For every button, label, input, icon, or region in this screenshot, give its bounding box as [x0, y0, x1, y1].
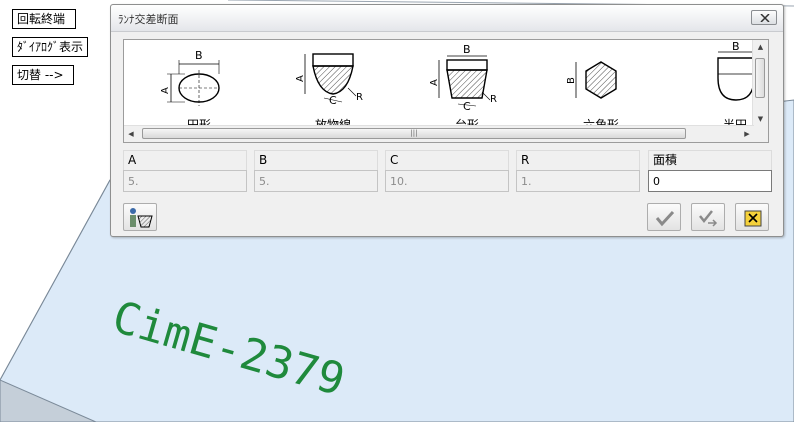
param-c-input[interactable] — [385, 170, 509, 192]
scroll-left-icon[interactable]: ◀ — [124, 126, 138, 142]
close-icon — [760, 14, 770, 22]
half-circle-section-icon: B — [717, 40, 754, 101]
svg-text:B: B — [463, 43, 471, 56]
check-arrow-icon — [699, 210, 718, 227]
area-input[interactable] — [648, 170, 772, 192]
param-c: C — [385, 150, 509, 192]
scroll-up-icon[interactable]: ▲ — [753, 40, 768, 54]
gallery-horizontal-scrollbar[interactable]: ◀ ||| ▶ — [124, 125, 754, 142]
shape-option-half-circle[interactable]: B 半円 — [690, 40, 754, 126]
shape-option-hexagon[interactable]: B 六角形 — [556, 40, 646, 126]
param-b-label: B — [254, 150, 378, 170]
vertical-scroll-thumb[interactable] — [755, 58, 765, 98]
switch-button[interactable]: 切替 --> — [12, 65, 74, 85]
parabola-section-icon: A C R — [295, 53, 363, 107]
cancel-icon — [744, 210, 762, 227]
dialog-display-button[interactable]: ﾀﾞｲｱﾛｸﾞ表示 — [12, 37, 88, 57]
scroll-right-icon[interactable]: ▶ — [740, 126, 754, 142]
param-a-input[interactable] — [123, 170, 247, 192]
trapezoid-section-icon: B A C R — [429, 43, 497, 113]
param-a: A — [123, 150, 247, 192]
dialog-title: ﾗﾝﾅ交差断面 — [118, 13, 179, 26]
param-a-label: A — [123, 150, 247, 170]
ok-button[interactable] — [647, 203, 681, 231]
gallery-vertical-scrollbar[interactable]: ▲ ▼ — [752, 40, 768, 126]
hexagon-section-icon: B — [566, 61, 617, 99]
svg-text:R: R — [356, 92, 363, 103]
checkmark-icon — [655, 210, 675, 227]
cancel-button[interactable] — [735, 203, 769, 231]
shape-option-trapezoid[interactable]: B A C R 台形 — [422, 40, 512, 126]
param-r-input[interactable] — [516, 170, 640, 192]
shape-option-circle[interactable]: B A 円形 — [154, 40, 244, 126]
svg-text:B: B — [195, 49, 203, 62]
close-button[interactable] — [751, 10, 777, 25]
svg-text:A: A — [160, 87, 171, 94]
svg-text:B: B — [566, 77, 577, 84]
scrollbar-corner — [753, 126, 768, 142]
svg-text:B: B — [732, 40, 740, 53]
shape-pick-icon — [130, 208, 153, 228]
runner-cross-section-dialog: ﾗﾝﾅ交差断面 B A 円形 A C R 放物線 B A C R 台形 B 六角… — [110, 4, 784, 237]
shape-gallery[interactable]: B A 円形 A C R 放物線 B A C R 台形 B 六角形 B 半円 ▲… — [123, 39, 769, 143]
circle-section-icon: B A — [160, 49, 220, 106]
param-area: 面積 — [648, 150, 772, 192]
param-c-label: C — [385, 150, 509, 170]
svg-text:C: C — [329, 94, 337, 107]
scroll-down-icon[interactable]: ▼ — [753, 112, 768, 126]
dialog-titlebar[interactable]: ﾗﾝﾅ交差断面 — [111, 5, 783, 32]
param-r: R — [516, 150, 640, 192]
shape-pick-button[interactable] — [123, 203, 157, 231]
apply-button[interactable] — [691, 203, 725, 231]
param-b-input[interactable] — [254, 170, 378, 192]
shape-option-parabola[interactable]: A C R 放物線 — [288, 40, 378, 126]
param-b: B — [254, 150, 378, 192]
svg-text:R: R — [490, 94, 497, 105]
horizontal-scroll-thumb[interactable]: ||| — [142, 128, 686, 139]
svg-text:C: C — [463, 100, 471, 113]
svg-text:A: A — [295, 75, 306, 82]
rotation-end-button[interactable]: 回転終端 — [12, 9, 76, 29]
param-r-label: R — [516, 150, 640, 170]
param-area-label: 面積 — [648, 150, 772, 170]
svg-text:A: A — [429, 79, 440, 86]
